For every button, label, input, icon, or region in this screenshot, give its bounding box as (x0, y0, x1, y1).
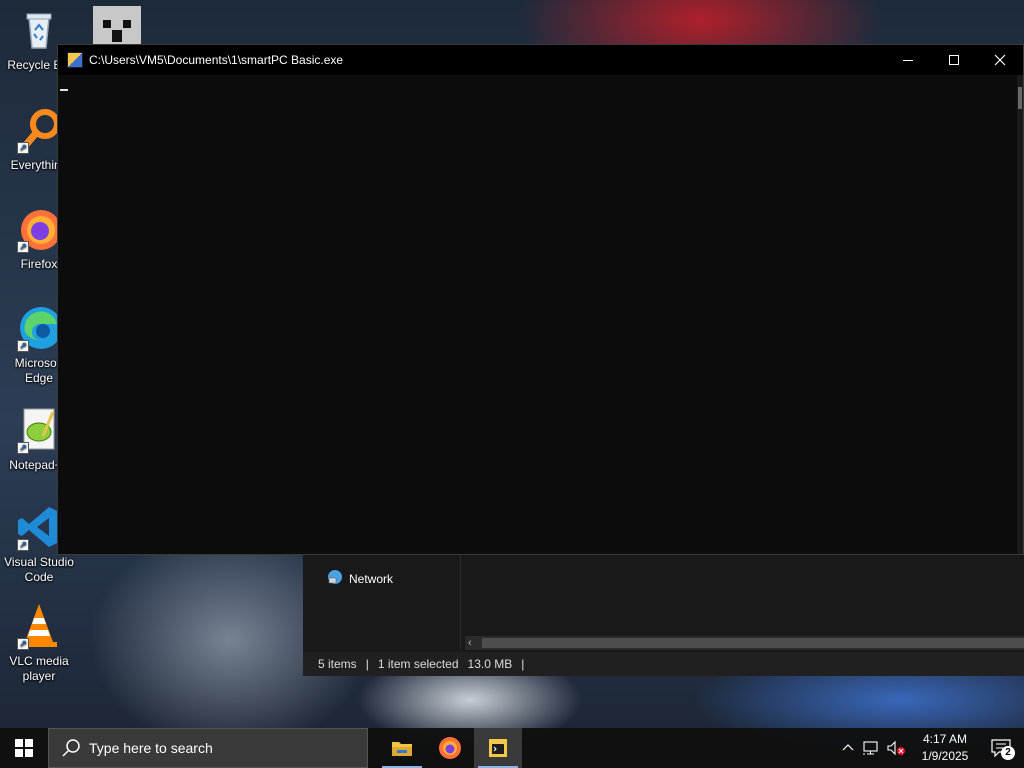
network-wired-icon (863, 741, 878, 755)
taskbar-search-box[interactable]: Type here to search (48, 728, 368, 768)
text-cursor (60, 89, 68, 91)
clock-time: 4:17 AM (922, 732, 968, 746)
smartpc-console-icon (489, 739, 507, 757)
minimize-icon (903, 60, 913, 61)
status-item-count: 5 items (318, 657, 357, 671)
shortcut-arrow-icon: ↗ (17, 340, 29, 352)
volume-muted-icon (887, 740, 905, 756)
console-window[interactable]: C:\Users\VM5\Documents\1\smartPC Basic.e… (57, 44, 1024, 555)
recycle-bin-icon (15, 6, 63, 54)
shortcut-arrow-icon: ↗ (17, 539, 29, 551)
maximize-icon (949, 55, 959, 65)
file-explorer-window: Network ‹ 5 items | 1 item selected 13.0… (303, 555, 1024, 676)
window-title: C:\Users\VM5\Documents\1\smartPC Basic.e… (89, 53, 344, 67)
desktop-icon-label: Firefox (20, 257, 58, 271)
taskbar-file-explorer[interactable] (378, 728, 426, 768)
system-tray: 4:17 AM 1/9/2025 2 (836, 728, 1024, 768)
windows-logo-icon (15, 739, 33, 757)
show-hidden-icons-button[interactable] (836, 728, 860, 768)
everything-search-icon: ↗ (15, 106, 63, 154)
desktop-icon-vlc[interactable]: ↗ VLC media player (0, 602, 78, 684)
scrollbar-thumb[interactable] (482, 638, 1024, 648)
clock-date: 1/9/2025 (921, 749, 969, 763)
taskbar: Type here to search 4:17 AM 1/9/2025 2 (0, 728, 1024, 768)
window-controls (885, 45, 1023, 75)
close-button[interactable] (977, 45, 1023, 75)
close-icon (994, 54, 1006, 66)
start-button[interactable] (0, 728, 48, 768)
vlc-icon: ↗ (15, 602, 63, 650)
shortcut-arrow-icon: ↗ (17, 638, 29, 650)
maximize-button[interactable] (931, 45, 977, 75)
status-size: 13.0 MB (467, 657, 513, 671)
shortcut-arrow-icon: ↗ (17, 142, 29, 154)
vertical-scrollbar[interactable] (1017, 75, 1023, 554)
horizontal-scrollbar[interactable]: ‹ (465, 636, 1024, 650)
chevron-up-icon (842, 744, 854, 751)
nav-item-network[interactable]: Network (327, 569, 393, 588)
network-tray-button[interactable] (860, 728, 884, 768)
taskbar-smartpc-console[interactable] (474, 728, 522, 768)
taskbar-clock[interactable]: 4:17 AM 1/9/2025 (912, 731, 978, 765)
status-separator: | (365, 657, 369, 671)
search-placeholder: Type here to search (89, 740, 213, 756)
firefox-icon (439, 737, 461, 759)
title-bar[interactable]: C:\Users\VM5\Documents\1\smartPC Basic.e… (58, 45, 1023, 75)
network-icon (327, 569, 343, 588)
notification-count-badge: 2 (1001, 746, 1015, 760)
firefox-icon: ↗ (15, 205, 63, 253)
status-bar: 5 items | 1 item selected 13.0 MB | (303, 652, 1024, 676)
minimize-button[interactable] (885, 45, 931, 75)
navigation-pane: Network (303, 555, 461, 650)
action-center-button[interactable]: 2 (978, 728, 1024, 768)
console-output-area[interactable] (58, 75, 1023, 554)
creeper-icon[interactable] (93, 6, 141, 48)
desktop-icon-label: Visual Studio Code (4, 555, 74, 584)
scroll-left-icon[interactable]: ‹ (468, 636, 472, 650)
status-separator: | (521, 657, 525, 671)
vscode-icon: ↗ (15, 503, 63, 551)
desktop-icon-label: VLC media player (9, 654, 69, 683)
scrollbar-thumb[interactable] (1018, 87, 1022, 109)
search-icon (61, 738, 81, 758)
nav-item-label: Network (349, 571, 394, 586)
shortcut-arrow-icon: ↗ (17, 241, 29, 253)
shortcut-arrow-icon: ↗ (17, 442, 29, 454)
notepad-plus-plus-icon: ↗ (15, 406, 63, 454)
console-app-icon[interactable] (67, 52, 83, 68)
status-selection: 1 item selected (377, 657, 459, 671)
edge-icon: ↗ (15, 304, 63, 352)
file-explorer-icon (392, 742, 412, 756)
volume-tray-button[interactable] (884, 728, 908, 768)
taskbar-firefox[interactable] (426, 728, 474, 768)
